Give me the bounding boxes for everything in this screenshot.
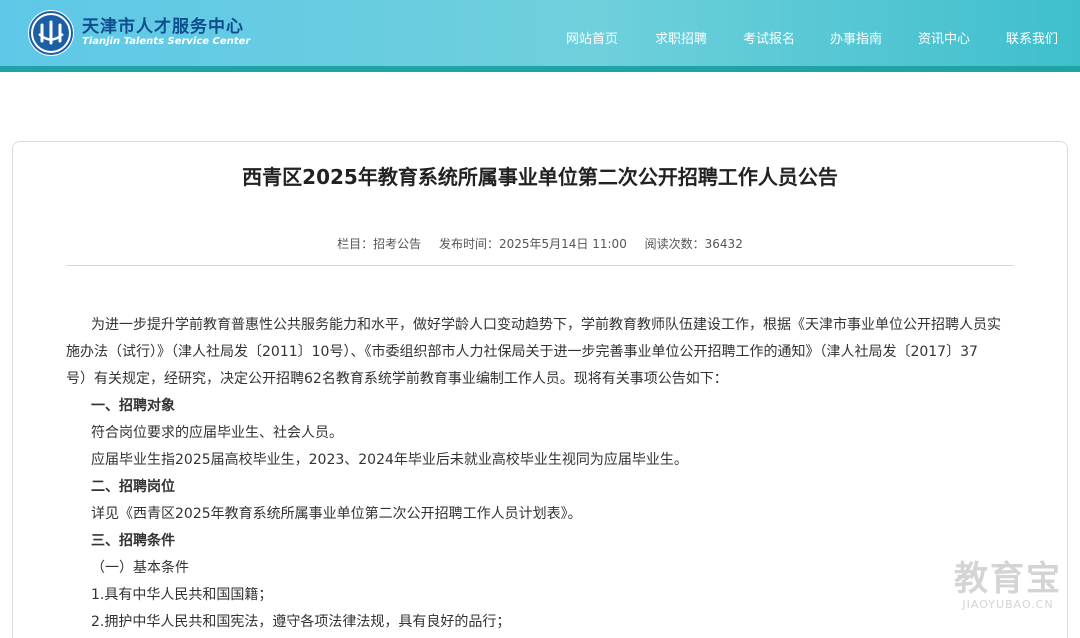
article-column[interactable]: 栏目：招考公告 xyxy=(337,237,421,251)
logo-mark-icon xyxy=(29,11,73,55)
nav-news-center[interactable]: 资讯中心 xyxy=(918,28,970,47)
header-accent-bar xyxy=(0,66,1080,72)
article-publish-time: 发布时间：2025年5月14日 11:00 xyxy=(438,237,627,251)
nav-jobs[interactable]: 求职招聘 xyxy=(655,28,707,47)
nav-service-guide[interactable]: 办事指南 xyxy=(830,28,882,47)
article-view-count: 阅读次数：36432 xyxy=(644,237,743,251)
article-title: 西青区2025年教育系统所属事业单位第二次公开招聘工作人员公告 xyxy=(242,165,838,189)
nav-home[interactable]: 网站首页 xyxy=(566,28,618,47)
intro-line: 号）有关规定，经研究，决定公开招聘62名教育系统学前教育事业编制工作人员。现将有… xyxy=(66,371,728,387)
section-heading-recruit-target: 一、招聘对象 xyxy=(91,398,175,414)
watermark: 教育宝 JIAOYUBAO.CN xyxy=(954,560,1062,611)
nav-contact-us[interactable]: 联系我们 xyxy=(1006,28,1058,47)
condition-item: 2.拥护中华人民共和国宪法，遵守各项法律法规，具有良好的品行； xyxy=(91,614,511,630)
intro-line: 施办法（试行）》（津人社局发〔2011〕10号）、《市委组织部市人力社保局关于进… xyxy=(66,344,978,360)
title-divider xyxy=(66,265,1014,266)
section-text: 详见《西青区2025年教育系统所属事业单位第二次公开招聘工作人员计划表》。 xyxy=(91,506,582,522)
intro-line: 为进一步提升学前教育普惠性公共服务能力和水平，做好学龄人口变动趋势下，学前教育教… xyxy=(91,317,1001,333)
site-logo[interactable] xyxy=(28,10,74,56)
section-heading-positions: 二、招聘岗位 xyxy=(91,479,175,495)
section-text: 应届毕业生指2025届高校毕业生，2023、2024年毕业后未就业高校毕业生视同… xyxy=(91,452,688,468)
article-body: 为进一步提升学前教育普惠性公共服务能力和水平，做好学龄人口变动趋势下，学前教育教… xyxy=(66,312,1014,636)
article-meta: 栏目：招考公告 发布时间：2025年5月14日 11:00 阅读次数：36432 xyxy=(0,235,1080,252)
site-header: 天津市人才服务中心 Tianjin Talents Service Center… xyxy=(0,0,1080,72)
section-text: 符合岗位要求的应届毕业生、社会人员。 xyxy=(91,425,343,441)
watermark-en: JIAOYUBAO.CN xyxy=(962,598,1054,611)
site-name-cn: 天津市人才服务中心 xyxy=(82,17,244,37)
subsection-heading: （一）基本条件 xyxy=(91,560,189,576)
section-heading-conditions: 三、招聘条件 xyxy=(91,533,175,549)
condition-item: 1.具有中华人民共和国国籍； xyxy=(91,587,273,603)
watermark-cn: 教育宝 xyxy=(954,559,1062,599)
site-name-en: Tianjin Talents Service Center xyxy=(82,36,251,47)
nav-exam-registration[interactable]: 考试报名 xyxy=(743,28,795,47)
